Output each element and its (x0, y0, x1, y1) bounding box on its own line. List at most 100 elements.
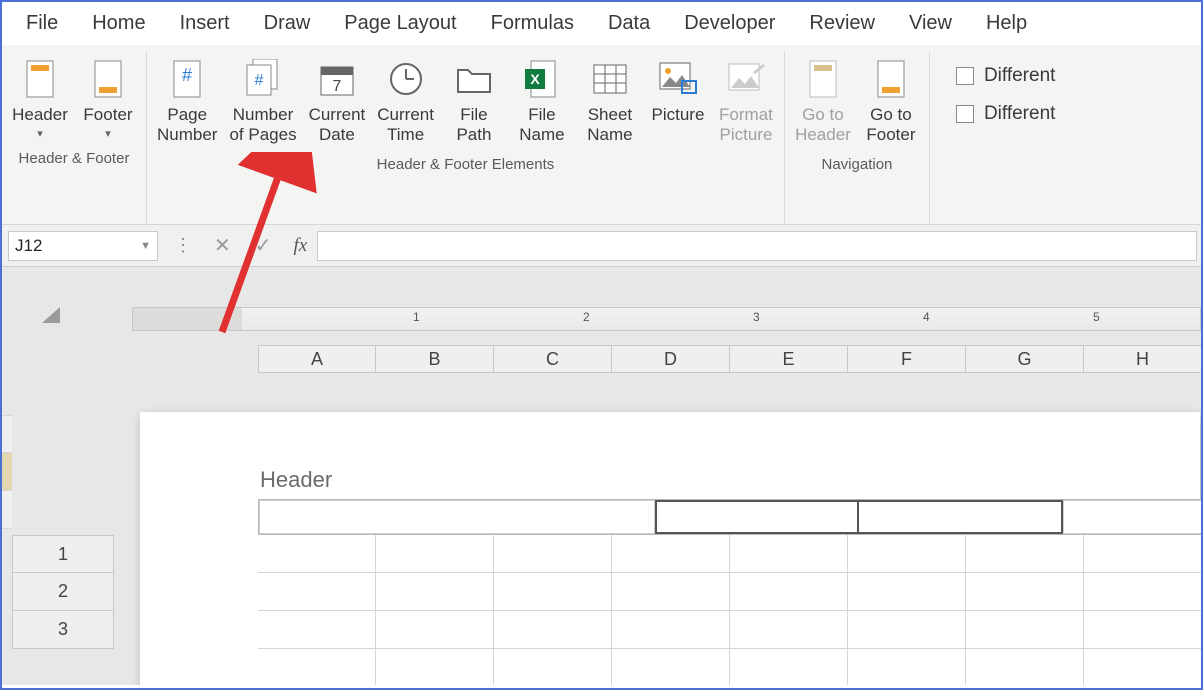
cell[interactable] (494, 611, 612, 649)
cell[interactable] (258, 649, 376, 685)
col-header-h[interactable]: H (1084, 345, 1201, 373)
cell[interactable] (966, 535, 1084, 573)
name-box[interactable]: J12 ▼ (8, 231, 158, 261)
menu-view[interactable]: View (909, 12, 952, 35)
cell[interactable] (612, 573, 730, 611)
cell[interactable] (1084, 535, 1201, 573)
group-label-header-footer: Header & Footer (19, 150, 130, 167)
menu-data[interactable]: Data (608, 12, 650, 35)
row-header-2[interactable]: 2 (12, 573, 114, 611)
menu-review[interactable]: Review (809, 12, 875, 35)
menu-home[interactable]: Home (92, 12, 145, 35)
different-odd-even-checkbox[interactable]: Different (956, 103, 1055, 125)
col-header-g[interactable]: G (966, 345, 1084, 373)
enter-icon[interactable]: ✓ (243, 233, 284, 258)
fx-icon[interactable]: fx (284, 235, 318, 257)
cell[interactable] (966, 573, 1084, 611)
header-center-section-b[interactable] (859, 500, 1063, 534)
col-header-b[interactable]: B (376, 345, 494, 373)
picture-icon (658, 59, 698, 99)
header-button[interactable]: Header ▾ (10, 55, 70, 144)
menu-file[interactable]: File (26, 12, 58, 35)
cell[interactable] (376, 649, 494, 685)
menu-help[interactable]: Help (986, 12, 1027, 35)
cell[interactable] (376, 611, 494, 649)
cell[interactable] (376, 535, 494, 573)
chevron-down-icon: ▼ (140, 240, 151, 252)
cell[interactable] (966, 649, 1084, 685)
col-header-a[interactable]: A (258, 345, 376, 373)
col-header-c[interactable]: C (494, 345, 612, 373)
cell[interactable] (848, 535, 966, 573)
cell[interactable] (966, 611, 1084, 649)
header-center-section[interactable] (655, 500, 859, 534)
format-picture-button: Format Picture (716, 55, 776, 150)
page-header-zone (258, 499, 1201, 535)
cell[interactable] (848, 649, 966, 685)
footer-icon (88, 59, 128, 99)
cell[interactable] (376, 573, 494, 611)
page-number-button[interactable]: # Page Number (155, 55, 219, 150)
menu-draw[interactable]: Draw (264, 12, 311, 35)
footer-button[interactable]: Footer ▾ (78, 55, 138, 144)
go-to-header-icon (803, 59, 843, 99)
folder-icon (454, 59, 494, 99)
picture-button[interactable]: Picture (648, 55, 708, 129)
clock-icon (386, 59, 426, 99)
menu-formulas[interactable]: Formulas (491, 12, 574, 35)
cell[interactable] (612, 535, 730, 573)
row-headers: 1 2 3 (12, 535, 114, 649)
formula-input[interactable] (317, 231, 1197, 261)
sheet-name-button[interactable]: Sheet Name (580, 55, 640, 150)
cell[interactable] (730, 649, 848, 685)
current-date-button[interactable]: 7 Current Date (307, 55, 368, 150)
current-time-button[interactable]: Current Time (375, 55, 436, 150)
cell[interactable] (730, 535, 848, 573)
cell[interactable] (494, 649, 612, 685)
cell[interactable] (1084, 611, 1201, 649)
cell[interactable] (258, 573, 376, 611)
cell[interactable] (730, 573, 848, 611)
header-left-section[interactable] (259, 500, 655, 534)
menu-insert[interactable]: Insert (180, 12, 230, 35)
cell[interactable] (258, 611, 376, 649)
file-name-button[interactable]: X File Name (512, 55, 572, 150)
number-of-pages-button[interactable]: # Number of Pages (227, 55, 298, 150)
header-section-label: Header (260, 467, 332, 493)
select-all-triangle[interactable] (42, 307, 60, 323)
cell[interactable] (612, 611, 730, 649)
group-label-elements: Header & Footer Elements (377, 156, 555, 173)
menu-developer[interactable]: Developer (684, 12, 775, 35)
svg-text:X: X (530, 71, 540, 87)
ribbon: Header ▾ Footer ▾ Header & Footer # Page… (2, 45, 1201, 225)
excel-file-icon: X (522, 59, 562, 99)
cell[interactable] (612, 649, 730, 685)
cell[interactable] (1084, 649, 1201, 685)
checkbox-icon (956, 67, 974, 85)
different-first-page-checkbox[interactable]: Different (956, 65, 1055, 87)
cell[interactable] (730, 611, 848, 649)
cell[interactable] (848, 573, 966, 611)
sheet-grid-icon (590, 59, 630, 99)
cell[interactable] (848, 611, 966, 649)
svg-text:#: # (255, 72, 264, 89)
cell[interactable] (258, 535, 376, 573)
col-header-e[interactable]: E (730, 345, 848, 373)
cell[interactable] (1084, 573, 1201, 611)
row-header-3[interactable]: 3 (12, 611, 114, 649)
ruler-margin (132, 307, 242, 331)
col-header-d[interactable]: D (612, 345, 730, 373)
menu-page-layout[interactable]: Page Layout (344, 12, 456, 35)
menu-bar: File Home Insert Draw Page Layout Formul… (2, 2, 1201, 45)
row-header-1[interactable]: 1 (12, 535, 114, 573)
cell[interactable] (494, 535, 612, 573)
col-header-f[interactable]: F (848, 345, 966, 373)
go-to-footer-button[interactable]: Go to Footer (861, 55, 921, 150)
cell[interactable] (494, 573, 612, 611)
header-right-section[interactable] (1063, 500, 1201, 534)
cancel-icon[interactable]: ✕ (202, 233, 243, 258)
ribbon-group-elements: # Page Number # Number of Pages 7 Curren… (147, 51, 785, 224)
svg-text:7: 7 (332, 78, 341, 95)
vertical-dots-icon[interactable]: ⋮ (164, 235, 202, 256)
file-path-button[interactable]: File Path (444, 55, 504, 150)
